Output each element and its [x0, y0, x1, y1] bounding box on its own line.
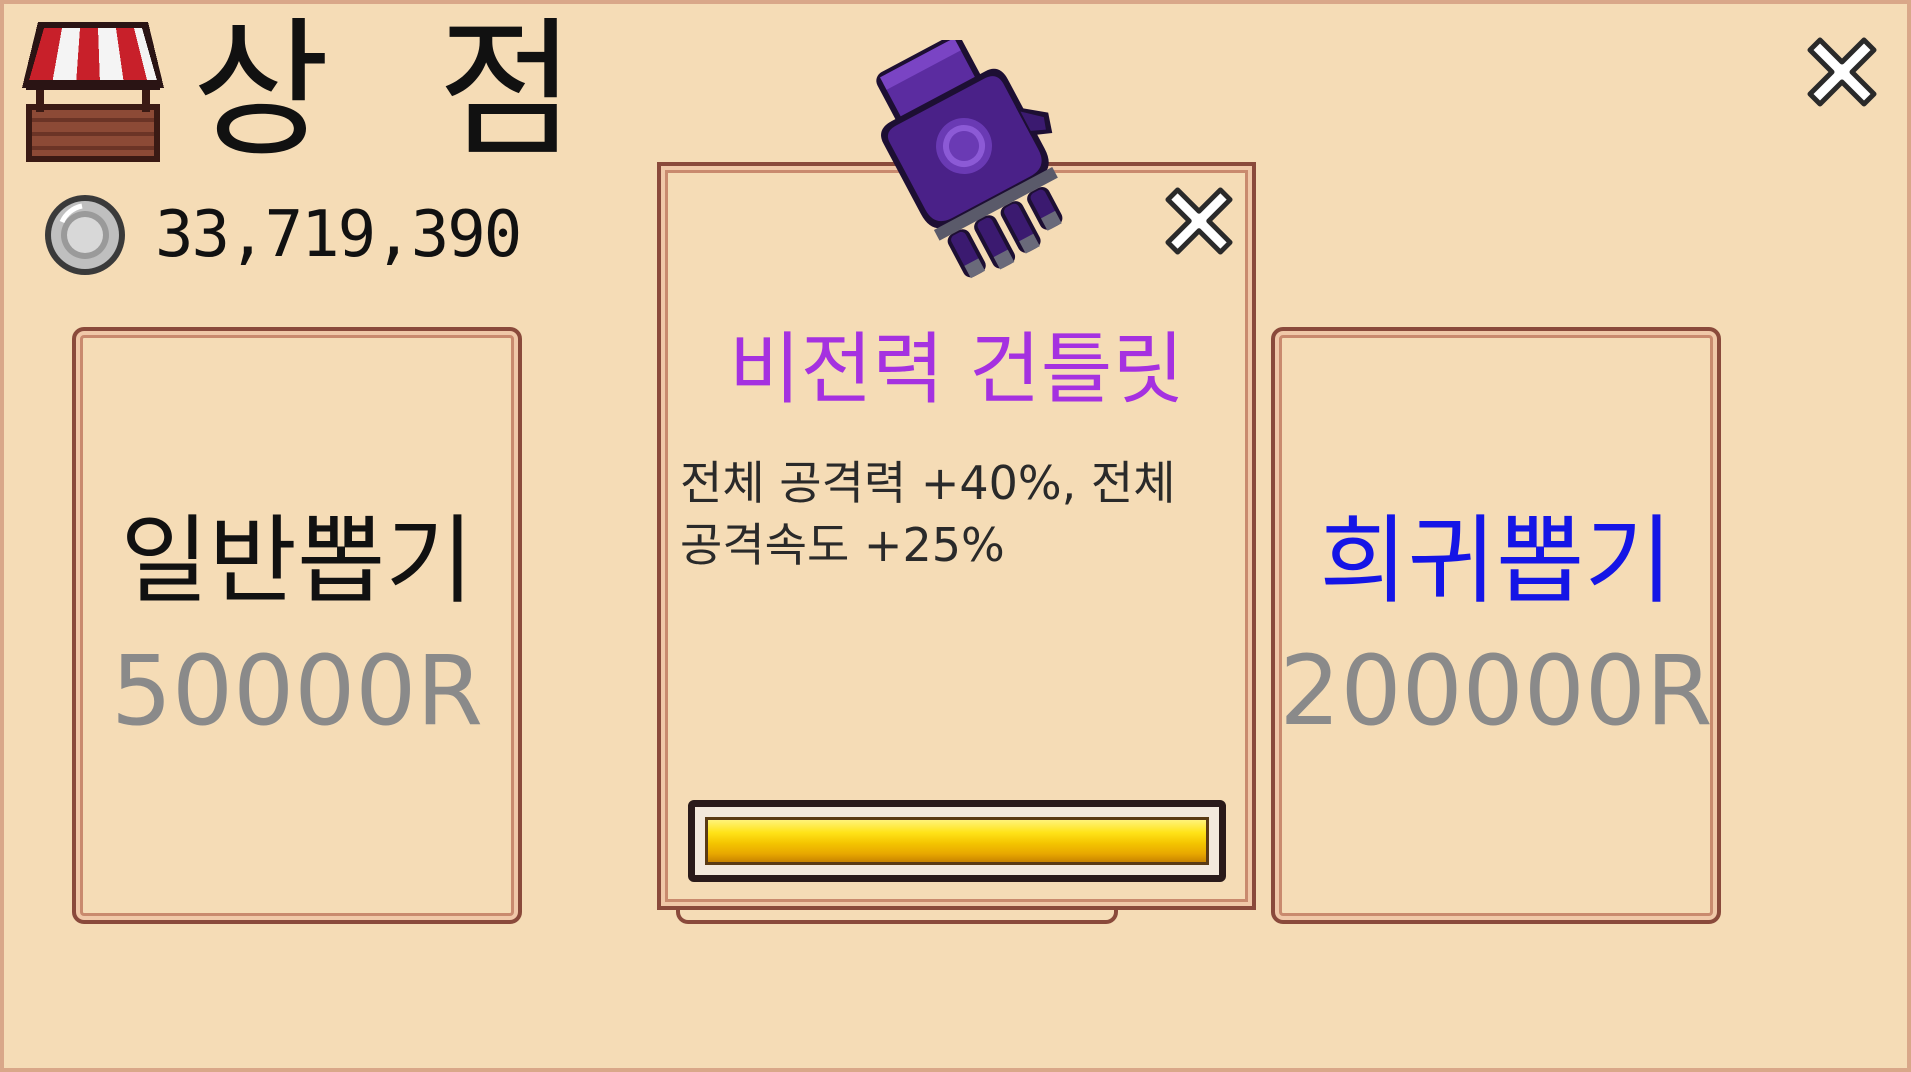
close-icon[interactable]: [1806, 36, 1878, 108]
gauntlet-icon: [876, 40, 1063, 279]
progress-bar: [688, 800, 1226, 882]
rare-gacha-label: 희귀뽑기: [1319, 505, 1673, 617]
coin-balance: 33,719,390: [155, 198, 522, 272]
coin-icon: [45, 195, 125, 275]
page-title: 상 점: [192, 4, 606, 178]
rare-gacha-price: 200000R: [1279, 635, 1713, 747]
item-name: 비전력 건틀릿: [728, 325, 1185, 415]
normal-gacha-label: 일반뽑기: [120, 505, 474, 617]
shop-stall-icon: [22, 22, 164, 162]
normal-gacha-price: 50000R: [110, 635, 484, 747]
rare-gacha-button[interactable]: 희귀뽑기 200000R: [1271, 327, 1721, 924]
item-description: 전체 공격력 +40%, 전체 공격속도 +25%: [680, 456, 1176, 572]
close-icon[interactable]: [1164, 186, 1234, 256]
normal-gacha-button[interactable]: 일반뽑기 50000R: [72, 327, 522, 924]
progress-fill: [705, 817, 1209, 865]
